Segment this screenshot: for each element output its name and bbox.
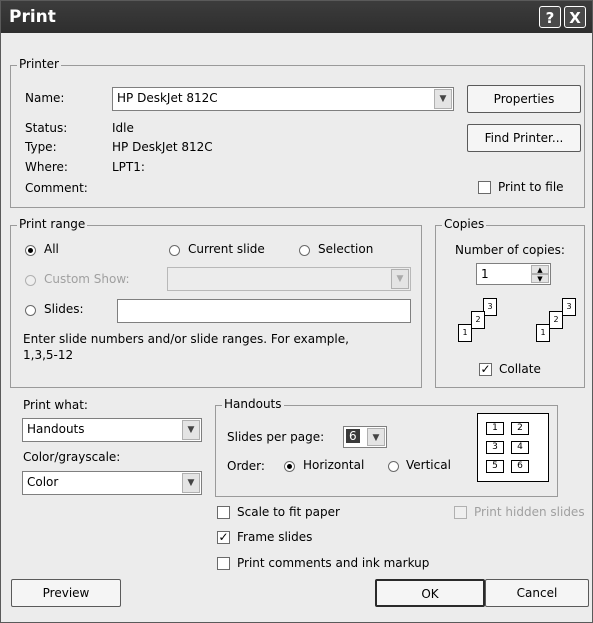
chevron-down-icon[interactable]: ▼ — [182, 420, 200, 440]
range-custom-show-radio[interactable] — [25, 275, 36, 286]
page-icon: 2 — [471, 311, 485, 329]
chevron-down-icon[interactable]: ▼ — [391, 269, 409, 289]
print-range-group-label: Print range — [17, 217, 88, 231]
order-vertical-radio[interactable] — [388, 461, 399, 472]
order-label: Order: — [227, 459, 265, 473]
print-to-file-checkbox[interactable] — [478, 181, 491, 194]
handouts-group-label: Handouts — [222, 397, 284, 411]
slides-per-page-value: 6 — [346, 429, 360, 443]
print-what-select[interactable]: Handouts ▼ — [22, 418, 202, 442]
custom-show-select[interactable]: ▼ — [167, 267, 411, 291]
range-current-slide-radio[interactable] — [169, 245, 180, 256]
color-grayscale-value: Color — [27, 475, 59, 489]
range-selection-radio[interactable] — [299, 245, 310, 256]
copies-spinner[interactable]: 1 ▲ ▼ — [476, 263, 551, 285]
page-icon: 3 — [562, 298, 576, 316]
copies-group-label: Copies — [442, 217, 487, 231]
print-dialog: Print ? X Printer Name: HP DeskJet 812C … — [0, 0, 593, 623]
range-slides-label: Slides: — [44, 302, 84, 316]
collate-checkbox[interactable]: ✓ — [479, 363, 492, 376]
page-icon: 2 — [549, 311, 563, 329]
spin-down-icon[interactable]: ▼ — [531, 274, 549, 283]
preview-button[interactable]: Preview — [11, 579, 121, 607]
page-icon: 1 — [536, 324, 550, 342]
chevron-down-icon[interactable]: ▼ — [367, 428, 385, 446]
help-button[interactable]: ? — [539, 6, 561, 28]
status-label: Status: — [25, 121, 68, 135]
printer-group-label: Printer — [17, 57, 61, 71]
dialog-title: Print — [9, 7, 56, 27]
slides-hint-line2: 1,3,5-12 — [23, 348, 74, 362]
print-comments-label: Print comments and ink markup — [237, 556, 430, 570]
collate-label: Collate — [499, 362, 541, 376]
chevron-down-icon[interactable]: ▼ — [434, 89, 452, 109]
find-printer-button[interactable]: Find Printer... — [467, 124, 581, 152]
comment-label: Comment: — [25, 181, 88, 195]
handout-cell: 4 — [511, 441, 529, 454]
range-selection-label: Selection — [318, 242, 374, 256]
order-horizontal-label: Horizontal — [303, 458, 365, 472]
slides-hint-line1: Enter slide numbers and/or slide ranges.… — [23, 332, 349, 346]
print-what-value: Handouts — [27, 422, 85, 436]
slides-per-page-label: Slides per page: — [227, 430, 325, 444]
where-label: Where: — [25, 160, 68, 174]
print-to-file-label: Print to file — [498, 180, 564, 194]
print-hidden-checkbox[interactable] — [454, 506, 467, 519]
range-all-radio[interactable] — [25, 245, 36, 256]
copies-value: 1 — [481, 267, 489, 281]
close-icon: X — [569, 9, 581, 27]
range-current-slide-label: Current slide — [188, 242, 265, 256]
slides-input[interactable] — [117, 299, 411, 323]
type-label: Type: — [25, 140, 57, 154]
print-hidden-label: Print hidden slides — [474, 505, 585, 519]
ok-button[interactable]: OK — [375, 579, 485, 607]
print-what-label: Print what: — [23, 398, 88, 412]
printer-name-label: Name: — [25, 91, 65, 105]
title-bar[interactable]: Print ? X — [1, 1, 592, 33]
handout-cell: 6 — [511, 460, 529, 473]
properties-button[interactable]: Properties — [467, 85, 581, 113]
status-value: Idle — [112, 121, 134, 135]
number-of-copies-label: Number of copies: — [455, 243, 565, 257]
cancel-button[interactable]: Cancel — [485, 579, 589, 607]
range-all-label: All — [44, 242, 59, 256]
spin-up-icon[interactable]: ▲ — [531, 265, 549, 274]
close-button[interactable]: X — [564, 6, 586, 28]
handout-cell: 1 — [486, 422, 504, 435]
scale-to-fit-checkbox[interactable] — [217, 506, 230, 519]
scale-to-fit-label: Scale to fit paper — [237, 505, 340, 519]
page-icon: 3 — [483, 298, 497, 316]
range-custom-show-label: Custom Show: — [44, 272, 130, 286]
print-comments-checkbox[interactable] — [217, 557, 230, 570]
handout-cell: 3 — [486, 441, 504, 454]
type-value: HP DeskJet 812C — [112, 140, 213, 154]
order-horizontal-radio[interactable] — [284, 461, 295, 472]
page-icon: 1 — [458, 324, 472, 342]
where-value: LPT1: — [112, 160, 145, 174]
handout-cell: 5 — [486, 460, 504, 473]
printer-name-value: HP DeskJet 812C — [117, 91, 218, 105]
frame-slides-checkbox[interactable]: ✓ — [217, 531, 230, 544]
range-slides-radio[interactable] — [25, 305, 36, 316]
help-icon: ? — [545, 9, 555, 27]
printer-name-select[interactable]: HP DeskJet 812C ▼ — [112, 87, 454, 111]
order-vertical-label: Vertical — [406, 458, 451, 472]
chevron-down-icon[interactable]: ▼ — [182, 473, 200, 493]
handout-cell: 2 — [511, 422, 529, 435]
frame-slides-label: Frame slides — [237, 530, 313, 544]
color-grayscale-label: Color/grayscale: — [23, 450, 121, 464]
slides-per-page-select[interactable]: 6 ▼ — [343, 426, 387, 448]
color-grayscale-select[interactable]: Color ▼ — [22, 471, 202, 495]
